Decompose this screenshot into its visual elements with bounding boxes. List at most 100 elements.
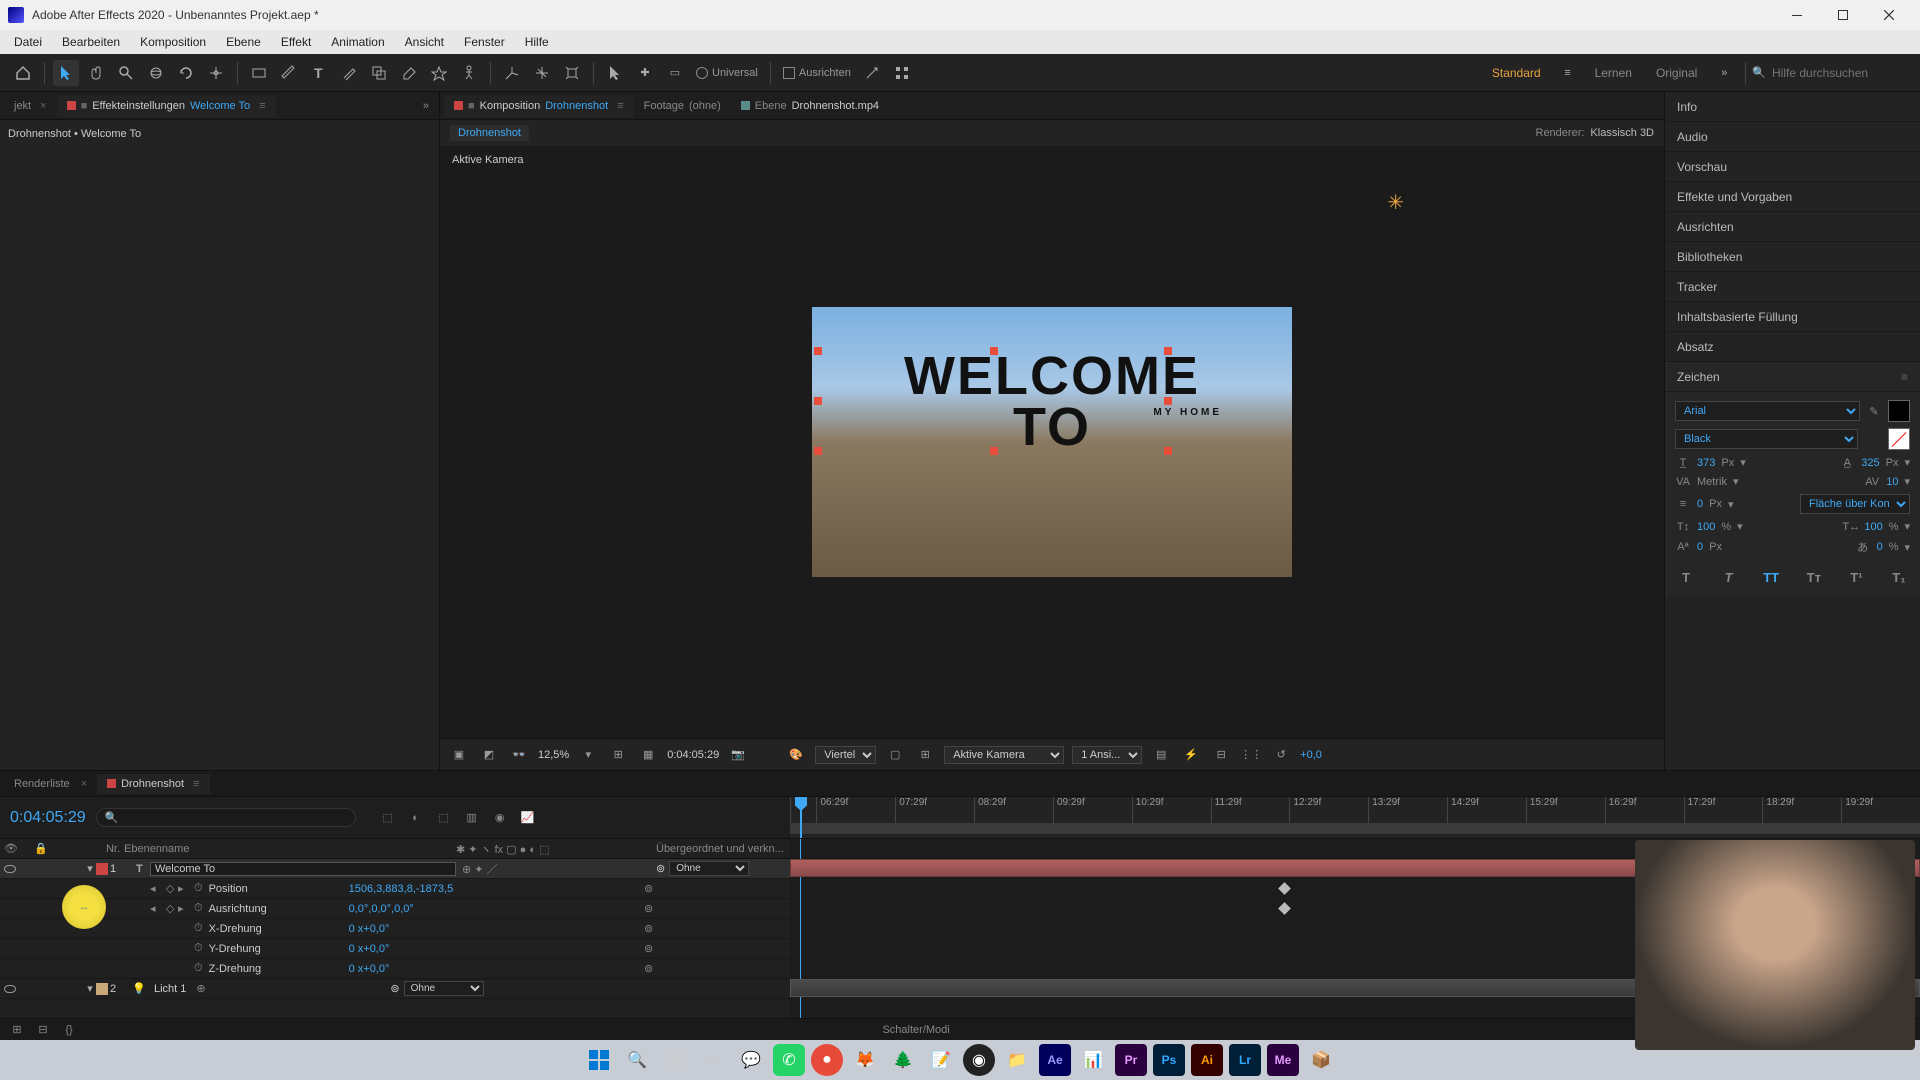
stroke-width-value[interactable]: 0 <box>1697 498 1703 510</box>
bold-button[interactable]: T <box>1675 567 1697 587</box>
tab-project[interactable]: jekt× <box>4 95 57 117</box>
toggle-modes-icon[interactable]: ⊟ <box>34 1021 52 1039</box>
chevron-down-icon[interactable]: ▾ <box>1904 475 1910 488</box>
kf-nav-prev-icon[interactable]: ◂ <box>150 882 166 895</box>
tsume-value[interactable]: 0 <box>1877 541 1883 553</box>
lightroom-icon[interactable]: Lr <box>1229 1044 1261 1076</box>
media-encoder-icon[interactable]: Me <box>1267 1044 1299 1076</box>
pickwhip-icon[interactable]: ⊚ <box>629 922 669 935</box>
font-family-select[interactable]: Arial <box>1675 401 1860 421</box>
workspace-lernen[interactable]: Lernen <box>1583 66 1644 80</box>
font-weight-select[interactable]: Black <box>1675 429 1858 449</box>
section-tracker[interactable]: Tracker <box>1665 272 1920 302</box>
tab-overflow-icon[interactable]: » <box>417 100 435 112</box>
text-tool[interactable]: T <box>306 60 332 86</box>
selection-handle[interactable] <box>990 347 998 355</box>
pickwhip-icon[interactable]: ⊚ <box>629 962 669 975</box>
bbox-icon[interactable]: ▭ <box>662 60 688 86</box>
kf-nav-next-icon[interactable]: ▸ <box>178 882 194 895</box>
section-zeichen[interactable]: Zeichen≡ <box>1665 362 1920 392</box>
roto-tool[interactable] <box>426 60 452 86</box>
tab-composition[interactable]: ■ Komposition Drohnenshot ≡ <box>444 95 634 117</box>
chevron-down-icon[interactable]: ▾ <box>577 744 599 766</box>
menu-animation[interactable]: Animation <box>321 32 394 52</box>
font-size-value[interactable]: 373 <box>1697 457 1715 469</box>
parent-select[interactable]: Ohne <box>669 861 749 876</box>
layer-color-tag[interactable] <box>96 863 108 875</box>
rotation-tool[interactable] <box>173 60 199 86</box>
start-button[interactable] <box>583 1044 615 1076</box>
stopwatch-icon[interactable]: ⏱ <box>194 962 203 975</box>
toggle-brackets-icon[interactable]: {} <box>60 1021 78 1039</box>
keyframe-icon[interactable] <box>1278 902 1291 915</box>
selection-tool[interactable] <box>53 60 79 86</box>
stopwatch-icon[interactable]: ⏱ <box>194 882 203 895</box>
illustrator-icon[interactable]: Ai <box>1191 1044 1223 1076</box>
selection-handle[interactable] <box>814 347 822 355</box>
pickwhip-icon[interactable]: ⊚ <box>629 882 669 895</box>
show-channel-icon[interactable]: ◩ <box>478 744 500 766</box>
renderer-value[interactable]: Klassisch 3D <box>1590 127 1654 139</box>
zoom-tool[interactable] <box>113 60 139 86</box>
pen-tool[interactable] <box>276 60 302 86</box>
close-icon[interactable]: × <box>40 100 46 112</box>
flowchart-icon[interactable]: ⋮⋮ <box>1240 744 1262 766</box>
kf-diamond-icon[interactable]: ◇ <box>166 902 178 915</box>
section-absatz[interactable]: Absatz <box>1665 332 1920 362</box>
grid-icon[interactable]: ⊞ <box>914 744 936 766</box>
kf-nav-next-icon[interactable]: ▸ <box>178 902 194 915</box>
app-icon[interactable]: ● <box>811 1044 843 1076</box>
workspace-standard[interactable]: Standard <box>1480 66 1553 80</box>
comp-mini-flowchart-icon[interactable]: ⬚ <box>376 806 400 830</box>
leading-value[interactable]: 325 <box>1861 457 1879 469</box>
chevron-down-icon[interactable]: ▾ <box>1728 498 1734 511</box>
selection-handle[interactable] <box>1164 447 1172 455</box>
teams-button[interactable]: 💬 <box>735 1044 767 1076</box>
tab-timeline-comp[interactable]: Drohnenshot ≡ <box>97 774 209 794</box>
universal-checkbox[interactable]: Universal <box>696 67 758 79</box>
hand-tool[interactable] <box>83 60 109 86</box>
cursor-icon[interactable] <box>602 60 628 86</box>
widgets-button[interactable]: ▭ <box>697 1044 729 1076</box>
app-icon[interactable]: 📦 <box>1305 1044 1337 1076</box>
eye-icon[interactable] <box>4 865 16 873</box>
menu-fenster[interactable]: Fenster <box>454 32 515 52</box>
section-info[interactable]: Info <box>1665 92 1920 122</box>
property-value[interactable]: 0 x+0,0° <box>349 943 629 955</box>
brush-tool[interactable] <box>336 60 362 86</box>
stroke-color-swatch[interactable] <box>1888 428 1910 450</box>
menu-datei[interactable]: Datei <box>4 32 52 52</box>
region-icon[interactable]: ▢ <box>884 744 906 766</box>
world-axis-tool[interactable] <box>529 60 555 86</box>
chevron-down-icon[interactable]: ▾ <box>1904 520 1910 533</box>
chevron-down-icon[interactable]: ▾ <box>1904 456 1910 469</box>
parent-select[interactable]: Ohne <box>404 981 484 996</box>
snap-to-icon[interactable] <box>859 60 885 86</box>
kf-diamond-icon[interactable]: ◇ <box>166 882 178 895</box>
property-row[interactable]: ⏱ Y-Drehung 0 x+0,0° ⊚ <box>0 939 790 959</box>
twirl-down-icon[interactable]: ▾ <box>84 982 96 995</box>
timeline-search-input[interactable] <box>122 812 346 824</box>
timeline-timecode[interactable]: 0:04:05:29 <box>10 809 86 827</box>
tab-effect-controls[interactable]: ■ Effekteinstellungen Welcome To ≡ <box>57 95 276 117</box>
menu-effekt[interactable]: Effekt <box>271 32 321 52</box>
layer-row[interactable]: ▾ 1 T Welcome To ⊕ ✦ ／ ⊚Ohne <box>0 859 790 879</box>
layer-name[interactable]: Welcome To <box>150 862 456 876</box>
views-select[interactable]: 1 Ansi... <box>1072 746 1142 764</box>
anchor-tool[interactable] <box>203 60 229 86</box>
selection-handle[interactable] <box>1164 347 1172 355</box>
selection-handle[interactable] <box>1164 397 1172 405</box>
tracking-value[interactable]: 10 <box>1886 476 1898 488</box>
timeline-search[interactable]: 🔍 <box>96 808 356 827</box>
workspace-original[interactable]: Original <box>1644 66 1709 80</box>
selection-handle[interactable] <box>814 447 822 455</box>
resolution-select[interactable]: Viertel <box>815 746 876 764</box>
view-axis-tool[interactable] <box>559 60 585 86</box>
maximize-button[interactable] <box>1820 0 1866 30</box>
kerning-value[interactable]: Metrik <box>1697 476 1727 488</box>
transparency-icon[interactable]: ▦ <box>637 744 659 766</box>
home-tool[interactable] <box>10 60 36 86</box>
rectangle-tool[interactable] <box>246 60 272 86</box>
property-row[interactable]: ◂ ◇ ▸ ⏱ Ausrichtung 0,0°,0,0°,0,0° ⊚ <box>0 899 790 919</box>
eye-icon[interactable] <box>4 985 16 993</box>
